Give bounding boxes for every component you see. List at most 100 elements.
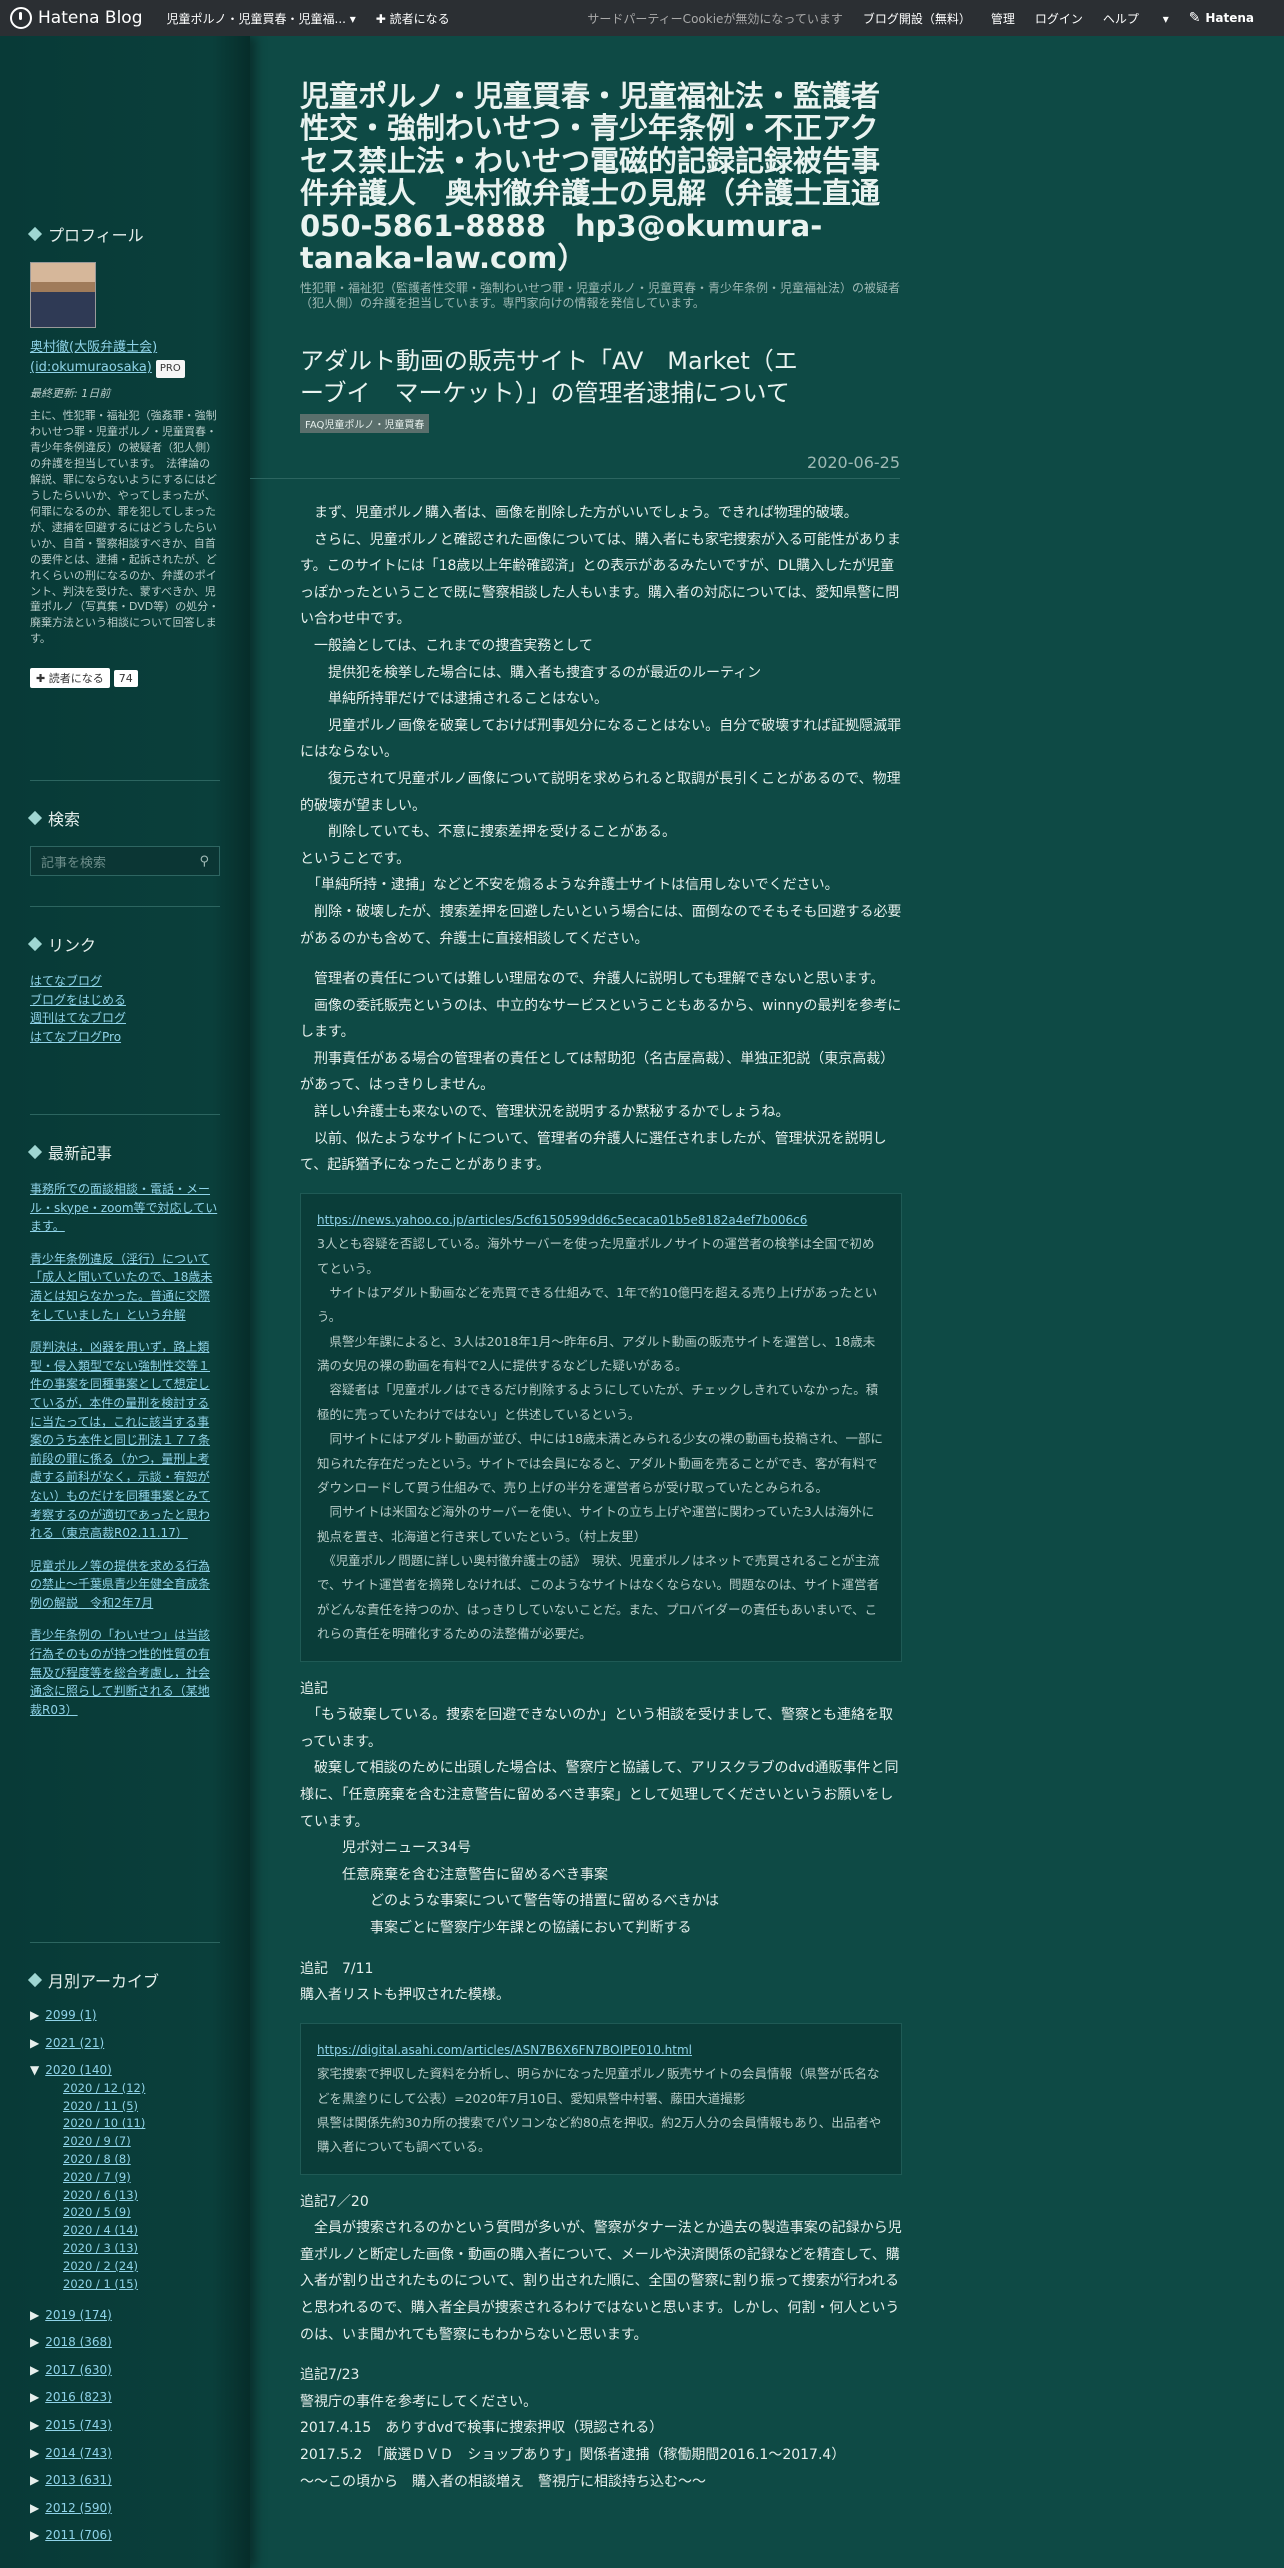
link-hatena-blog[interactable]: はてなブログ xyxy=(30,972,220,991)
paragraph: 全員が捜索されるのかという質問が多いが、警察がタナー法とか過去の製造事案の記録か… xyxy=(300,2220,902,2343)
diamond-icon xyxy=(27,1972,43,1988)
archive-year-link[interactable]: 2016 (823) xyxy=(45,2390,112,2404)
expand-arrow-icon[interactable]: ▶ xyxy=(30,2036,39,2050)
quote-source-link[interactable]: https://news.yahoo.co.jp/articles/5cf615… xyxy=(317,1213,807,1227)
paragraph: 「もう破棄している。捜索を回避できないのか」という相談を受けまして、警察とも連絡… xyxy=(300,1707,894,1750)
diamond-icon xyxy=(27,936,43,952)
expand-arrow-icon[interactable]: ▶ xyxy=(30,2418,39,2432)
archive-year-link[interactable]: 2011 (706) xyxy=(45,2528,112,2542)
blog-title[interactable]: 児童ポルノ・児童買春・児童福祉法・監護者性交・強制わいせつ・青少年条例・不正アク… xyxy=(300,80,900,275)
archive-month-link[interactable]: 2020 / 9 (7) xyxy=(63,2134,131,2148)
archive-year-link[interactable]: 2021 (21) xyxy=(45,2036,104,2050)
pro-badge: PRO xyxy=(155,360,185,378)
link-pro[interactable]: はてなブログPro xyxy=(30,1028,220,1047)
follower-count[interactable]: 74 xyxy=(113,670,138,688)
paragraph: さらに、児童ポルノと確認された画像については、購入者にも家宅捜索が入る可能性があ… xyxy=(300,531,901,628)
archive-month-link[interactable]: 2020 / 8 (8) xyxy=(63,2152,131,2166)
archive-month-link[interactable]: 2020 / 7 (9) xyxy=(63,2170,131,2184)
login-link[interactable]: ログイン xyxy=(1035,10,1083,27)
paragraph: 警視庁の事件を参考にしてください。 xyxy=(300,2393,538,2410)
link-weekly[interactable]: 週刊はてなブログ xyxy=(30,1009,220,1028)
follow-button[interactable]: ✚ 読者になる xyxy=(30,668,110,689)
collapse-arrow-icon[interactable]: ▼ xyxy=(30,2063,39,2077)
expand-arrow-icon[interactable]: ▶ xyxy=(30,2335,39,2349)
archive-year-link[interactable]: 2012 (590) xyxy=(45,2501,112,2515)
quote-line: 《児童ポルノ問題に詳しい奥村徹弁護士の話》 現状、児童ポルノはネットで売買される… xyxy=(317,1553,880,1642)
profile-id-link[interactable]: (id:okumuraosaka) xyxy=(30,360,152,375)
entry-title[interactable]: アダルト動画の販売サイト「AV Market（エーブイ マーケット）」の管理者逮… xyxy=(300,345,810,410)
category-badge[interactable]: FAQ児童ポルノ・児童買春 xyxy=(300,413,430,433)
profile-name-link[interactable]: 奥村徹(大阪弁護士会) xyxy=(30,340,157,355)
expand-arrow-icon[interactable]: ▶ xyxy=(30,2363,39,2377)
quote-line: 3人とも容疑を否認している。海外サーバーを使った児童ポルノサイトの運営者の検挙は… xyxy=(317,1236,875,1276)
archive-year-link[interactable]: 2015 (743) xyxy=(45,2418,112,2432)
quote-source-link[interactable]: https://digital.asahi.com/articles/ASN7B… xyxy=(317,2043,692,2057)
expand-arrow-icon[interactable]: ▶ xyxy=(30,2390,39,2404)
archive-year-item[interactable]: ▶ 2018 (368) xyxy=(30,2333,220,2352)
archive-year-link[interactable]: 2013 (631) xyxy=(45,2473,112,2487)
archive-year-item[interactable]: ▶ 2011 (706) xyxy=(30,2526,220,2545)
paragraph: 児ポ対ニュース34号 xyxy=(300,1840,472,1857)
archive-year-item[interactable]: ▶ 2016 (823) xyxy=(30,2388,220,2407)
link-start-blog[interactable]: ブログをはじめる xyxy=(30,991,220,1010)
divider xyxy=(250,478,900,479)
expand-arrow-icon[interactable]: ▶ xyxy=(30,2446,39,2460)
expand-arrow-icon[interactable]: ▶ xyxy=(30,2473,39,2487)
expand-arrow-icon[interactable]: ▶ xyxy=(30,2008,39,2022)
archive-year-link[interactable]: 2017 (630) xyxy=(45,2363,112,2377)
entry-date[interactable]: 2020-06-25 xyxy=(807,453,900,472)
recent-post-link[interactable]: 青少年条例の「わいせつ」は当該行為そのものが持つ性的性質の有無及び程度等を総合考… xyxy=(30,1626,220,1719)
entry-body: まず、児童ポルノ購入者は、画像を削除した方がいいでしょう。できれば物理的破壊。 … xyxy=(300,500,902,2495)
search-input[interactable]: 記事を検索 ⚲ xyxy=(30,846,220,876)
archive-month-link[interactable]: 2020 / 4 (14) xyxy=(63,2223,138,2237)
search-heading: 検索 xyxy=(27,806,220,830)
hatena-blog-logo[interactable]: Hatena Blog xyxy=(10,7,143,29)
follow-button-header[interactable]: ✚ 読者になる xyxy=(376,10,450,27)
recent-post-link[interactable]: 事務所での面談相談・電話・メール・skype・zoom等で対応しています。 xyxy=(30,1180,220,1236)
archive-year-link[interactable]: 2099 (1) xyxy=(45,2008,96,2022)
archive-year-item[interactable]: ▶ 2021 (21) xyxy=(30,2034,220,2053)
archive-month-link[interactable]: 2020 / 12 (12) xyxy=(63,2081,145,2095)
avatar[interactable] xyxy=(30,262,96,328)
recent-post-link[interactable]: 児童ポルノ等の提供を求める行為の禁止～千葉県青少年健全育成条例の解説 令和2年7… xyxy=(30,1557,220,1613)
paragraph: 画像の委託販売というのは、中立的なサービスということもあるから、winnyの最判… xyxy=(300,997,902,1041)
archive-month-link[interactable]: 2020 / 5 (9) xyxy=(63,2205,131,2219)
search-icon[interactable]: ⚲ xyxy=(199,854,209,869)
archive-year-link[interactable]: 2019 (174) xyxy=(45,2308,112,2322)
logo-text: Hatena Blog xyxy=(38,8,143,28)
manage-link[interactable]: 管理 xyxy=(991,10,1015,27)
paragraph: 破棄して相談のために出頭した場合は、警察庁と協議して、アリスクラブのdvd通販事… xyxy=(300,1760,899,1830)
recent-post-link[interactable]: 原判決は，凶器を用いず，路上類型・侵入類型でない強制性交等１件の事案を同種事案と… xyxy=(30,1338,220,1543)
expand-arrow-icon[interactable]: ▶ xyxy=(30,2308,39,2322)
archive-year-link[interactable]: 2018 (368) xyxy=(45,2335,112,2349)
blog-title-short: 児童ポルノ・児童買春・児童福... xyxy=(166,11,346,26)
help-dropdown[interactable]: ヘルプ ▾ xyxy=(1103,10,1169,27)
archive-year-item[interactable]: ▶ 2099 (1) xyxy=(30,2006,220,2025)
recent-post-link[interactable]: 青少年条例違反（淫行）について「成人と聞いていたので、18歳未満とは知らなかった… xyxy=(30,1250,220,1324)
archive-year-link[interactable]: 2014 (743) xyxy=(45,2446,112,2460)
archive-month-link[interactable]: 2020 / 10 (11) xyxy=(63,2116,145,2130)
blog-title-dropdown[interactable]: 児童ポルノ・児童買春・児童福... ▾ xyxy=(167,10,356,27)
archive-month-link[interactable]: 2020 / 2 (24) xyxy=(63,2259,138,2273)
hatena-brand[interactable]: ✎ Hatena xyxy=(1189,10,1274,26)
archive-year-item[interactable]: ▶ 2013 (631) xyxy=(30,2471,220,2490)
archive-month-link[interactable]: 2020 / 3 (13) xyxy=(63,2241,138,2255)
archive-year-item[interactable]: ▶ 2017 (630) xyxy=(30,2361,220,2380)
archive-year-link[interactable]: 2020 (140) xyxy=(45,2063,112,2077)
archive-year-item[interactable]: ▶ 2012 (590) xyxy=(30,2499,220,2518)
quote-line: 同サイトは米国など海外のサーバーを使い、サイトの立ち上げや運営に関わっていた3人… xyxy=(317,1504,875,1544)
archive-year-item-open[interactable]: ▼ 2020 (140) xyxy=(30,2061,220,2080)
open-blog-link[interactable]: ブログ開設（無料） xyxy=(863,10,971,27)
archive-heading: 月別アーカイブ xyxy=(27,1968,220,1992)
archive-year-item[interactable]: ▶ 2019 (174) xyxy=(30,2306,220,2325)
archive-year-item[interactable]: ▶ 2015 (743) xyxy=(30,2416,220,2435)
archive-month-link[interactable]: 2020 / 11 (5) xyxy=(63,2099,138,2113)
expand-arrow-icon[interactable]: ▶ xyxy=(30,2528,39,2542)
archive-month-link[interactable]: 2020 / 1 (15) xyxy=(63,2277,138,2291)
expand-arrow-icon[interactable]: ▶ xyxy=(30,2501,39,2515)
profile-description: 主に、性犯罪・福祉犯（強姦罪・強制わいせつ罪・児童ポルノ・児童買春・青少年条例違… xyxy=(30,409,220,646)
paragraph: 提供犯を検挙した場合には、購入者も捜査するのが最近のルーティン xyxy=(300,664,762,681)
archive-year-item[interactable]: ▶ 2014 (743) xyxy=(30,2444,220,2463)
search-heading-text: 検索 xyxy=(48,810,81,829)
archive-month-link[interactable]: 2020 / 6 (13) xyxy=(63,2188,138,2202)
